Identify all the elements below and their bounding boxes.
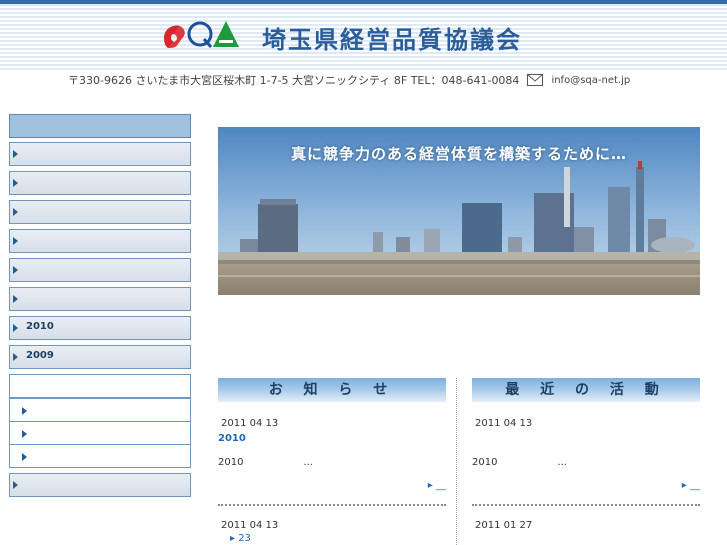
- sidebar-item-2009[interactable]: 2009: [9, 345, 191, 369]
- sidebar-header: [9, 114, 191, 138]
- activity-entry2-date: 2011 01 27: [475, 520, 533, 531]
- activities-divider: [472, 504, 700, 506]
- arrow-right-icon: [13, 324, 18, 332]
- arrow-right-icon: [13, 237, 18, 245]
- sidebar-item-label: 2010: [26, 321, 54, 332]
- arrow-right-icon: [13, 481, 18, 489]
- sqa-logo-icon[interactable]: [160, 18, 240, 52]
- news-divider: [218, 504, 446, 506]
- news-entry2-date: 2011 04 13: [221, 520, 279, 531]
- sidebar-item-1[interactable]: [9, 142, 191, 166]
- arrow-right-icon: [13, 295, 18, 303]
- column-divider: [456, 378, 457, 545]
- activity-entry-date: 2011 04 13: [475, 418, 533, 429]
- news-section: お 知 ら せ 2011 04 13 2010 2010 ... ▸ __ 20…: [218, 378, 446, 544]
- arrow-right-icon: [13, 150, 18, 158]
- hero-banner: 真に競争力のある経営体質を構築するために…: [218, 127, 700, 295]
- sidebar-item-6[interactable]: [9, 287, 191, 311]
- sidebar-item-5[interactable]: [9, 258, 191, 282]
- sidebar-item-last[interactable]: [9, 473, 191, 497]
- sidebar-item-2010[interactable]: 2010: [9, 316, 191, 340]
- sidebar-subitem-1[interactable]: [9, 398, 191, 422]
- arrow-right-icon: [13, 179, 18, 187]
- sidebar-subitem-2[interactable]: [9, 422, 191, 445]
- sidebar-item-2[interactable]: [9, 171, 191, 195]
- sidebar-item-3[interactable]: [9, 200, 191, 224]
- activities-heading: 最 近 の 活 動: [472, 378, 700, 402]
- arrow-right-icon: [22, 407, 27, 415]
- news-entry-title[interactable]: 2010: [218, 433, 446, 445]
- sidebar-item-4[interactable]: [9, 229, 191, 253]
- arrow-right-icon: [13, 208, 18, 216]
- activities-more-link[interactable]: ▸ __: [682, 480, 700, 491]
- sidebar-blank-box: [9, 374, 191, 398]
- sidebar-subitem-3[interactable]: [9, 445, 191, 468]
- activity-entry-year: 2010: [472, 457, 498, 468]
- sidebar-nav: 2010 2009: [9, 114, 191, 502]
- activity-entry-title[interactable]: [472, 433, 700, 445]
- sidebar-item-label: 2009: [26, 350, 54, 361]
- news-more-link[interactable]: ▸ __: [428, 480, 446, 491]
- news-heading: お 知 ら せ: [218, 378, 446, 402]
- news-entry2-title[interactable]: ▸ 23: [230, 533, 446, 544]
- news-entry-year: 2010: [218, 457, 244, 468]
- activities-more-row: ▸ __: [472, 480, 700, 494]
- arrow-right-icon: [22, 430, 27, 438]
- news-more-row: ▸ __: [218, 480, 446, 494]
- site-header: 埼玉県経営品質協議会: [0, 0, 727, 72]
- news-entry-date: 2011 04 13: [221, 418, 279, 429]
- site-title: 埼玉県経営品質協議会: [262, 26, 522, 54]
- address-text: 〒330-9626 さいたま市大宮区桜木町 1-7-5 大宮ソニックシティ 8F…: [68, 74, 520, 87]
- activity-entry-body: 2010 ...: [472, 457, 700, 468]
- header-top-line: [0, 0, 727, 4]
- mail-icon[interactable]: [527, 74, 544, 86]
- news-entry-ellipsis: ...: [303, 457, 313, 468]
- news-entry-body: 2010 ...: [218, 457, 446, 468]
- activity-entry-ellipsis: ...: [557, 457, 567, 468]
- hero-caption: 真に競争力のある経営体質を構築するために…: [290, 145, 627, 163]
- email-link[interactable]: info@sqa-net.jp: [551, 75, 630, 86]
- arrow-right-icon: [13, 266, 18, 274]
- arrow-right-icon: [13, 353, 18, 361]
- address-bar: 〒330-9626 さいたま市大宮区桜木町 1-7-5 大宮ソニックシティ 8F…: [68, 72, 630, 88]
- arrow-right-icon: [22, 453, 27, 461]
- activities-section: 最 近 の 活 動 2011 04 13 2010 ... ▸ __ 2011 …: [472, 378, 700, 533]
